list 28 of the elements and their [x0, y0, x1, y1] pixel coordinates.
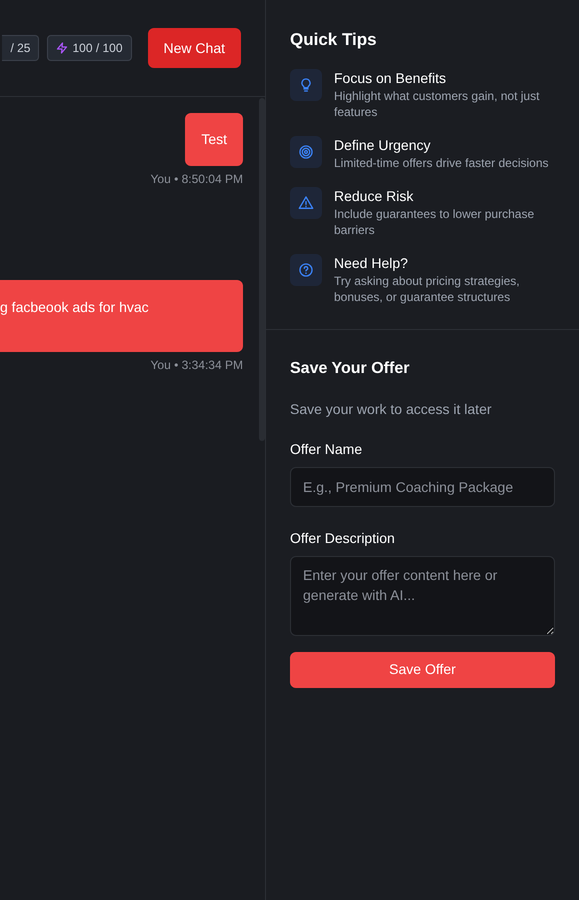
usage-counter: / 25: [2, 35, 40, 61]
text-area[interactable]: Enter your offer content here or generate with AI...: [290, 556, 555, 636]
lightbulb-icon: [290, 68, 322, 100]
tip-text: Highlight what customers gain, not just features: [334, 88, 540, 120]
field-label: Offer Name: [290, 440, 364, 458]
new-chat-button[interactable]: New Chat: [148, 28, 241, 68]
save-offer-button[interactable]: Save Offer: [290, 652, 555, 688]
message-bubble: Test: [185, 113, 243, 166]
help-icon: [290, 254, 322, 286]
tip-title: Focus on Benefits: [334, 68, 448, 86]
section-title: Quick Tips: [290, 29, 378, 51]
field-label: Offer Description: [290, 528, 396, 548]
tip-title: Define Urgency: [334, 136, 432, 154]
tip-title: Need Help?: [334, 254, 409, 272]
usage-counter: 100 / 100: [47, 35, 132, 61]
warning-icon: [290, 186, 322, 218]
message-meta: You • 3:34:34 PM: [150, 357, 243, 374]
input-field[interactable]: E.g., Premium Coaching Package: [290, 466, 555, 506]
section-title: Save Your Offer: [290, 358, 410, 378]
message-meta: You • 8:50:04 PM: [150, 171, 243, 188]
target-icon: [290, 136, 322, 168]
section-subtitle: Save your work to access it later: [290, 400, 493, 419]
tip-text: Limited-time offers drive faster decisions: [334, 154, 549, 170]
tip-title: Reduce Risk: [334, 186, 414, 204]
tip-text: Include guarantees to lower purchase barriers: [334, 206, 536, 238]
message-bubble: g facbeook ads for hvac: [0, 280, 243, 352]
lightning-icon: [56, 42, 68, 54]
tip-text: Try asking about pricing strategies, bonuses, or guarantee structures: [334, 272, 521, 304]
